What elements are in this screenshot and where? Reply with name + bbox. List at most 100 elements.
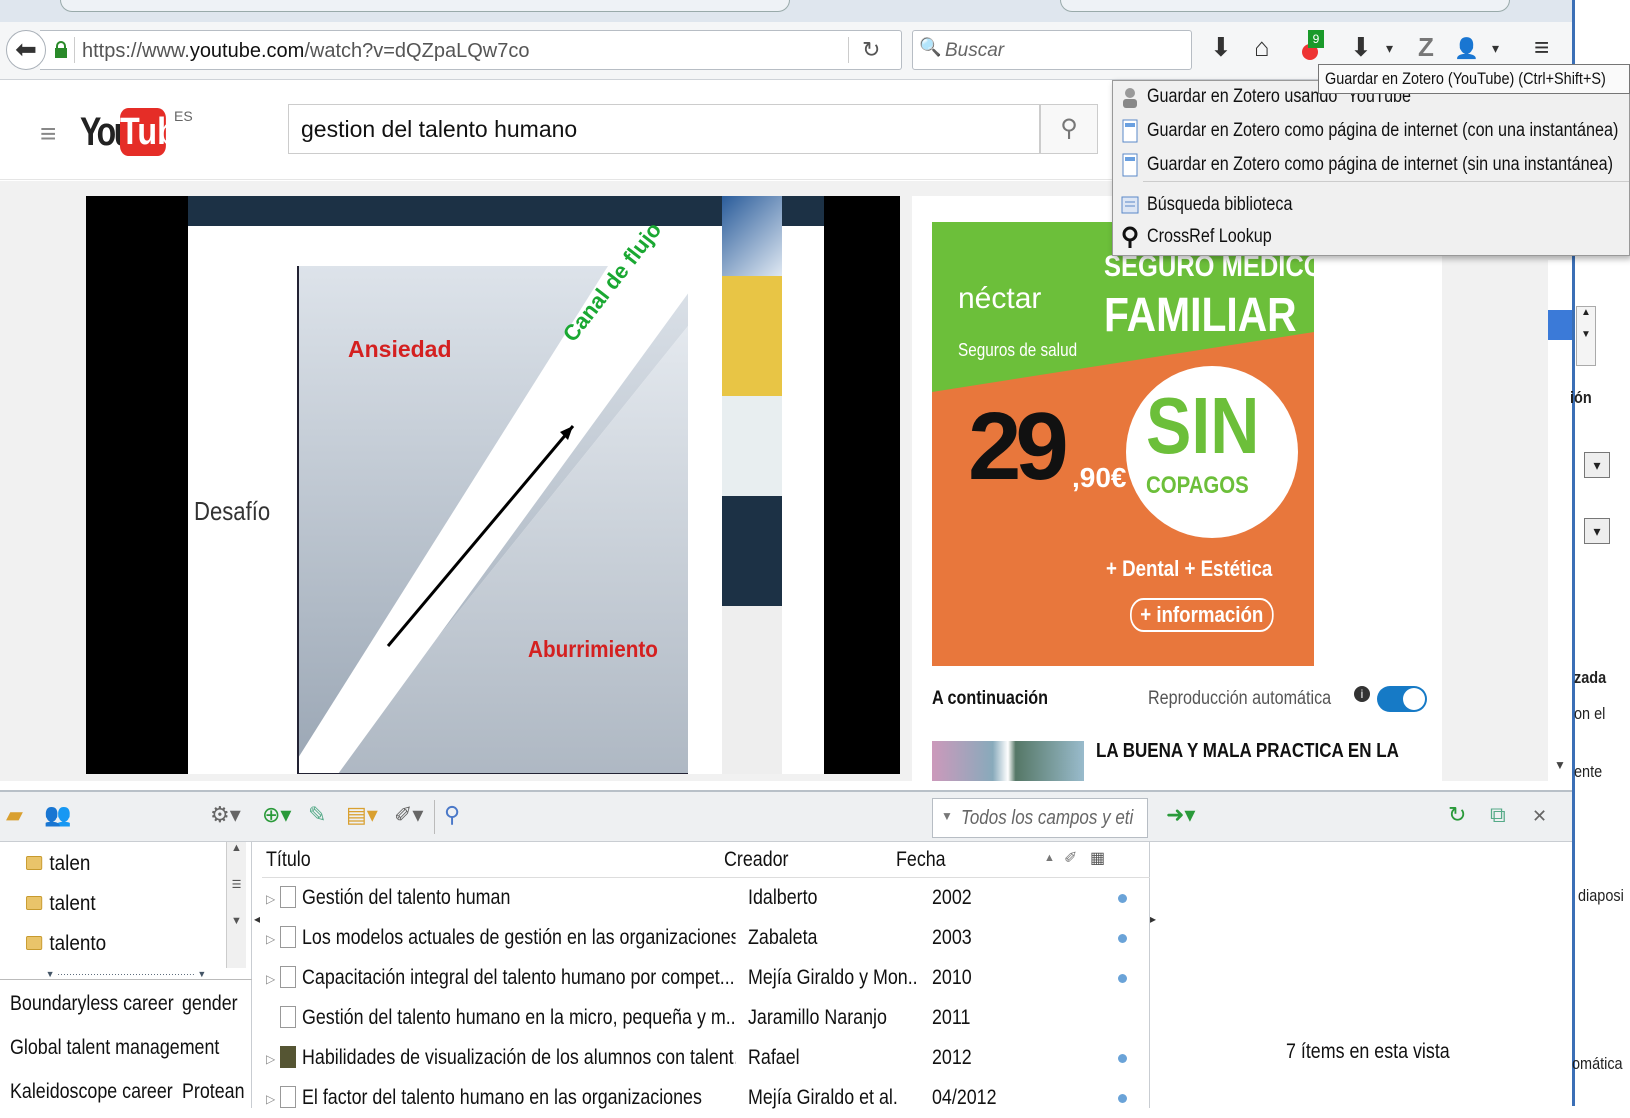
menu-item-save-with-snapshot[interactable]: Guardar en Zotero como página de interne… <box>1113 115 1629 147</box>
table-row[interactable]: ▷ El factor del talento humano en las org… <box>262 1078 1150 1118</box>
menu-item-crossref[interactable]: CrossRef Lookup <box>1113 221 1629 253</box>
scrollbar[interactable]: ▲ ☰ ▼ <box>226 842 246 968</box>
sidebar-panel: néctar Seguros de salud SEGURO MÉDICO FA… <box>912 196 1442 781</box>
table-row[interactable]: ▷ Capacitación integral del talento human… <box>262 958 1150 998</box>
boredom-label: Aburrimiento <box>528 636 658 662</box>
document-icon <box>280 966 296 988</box>
gear-icon[interactable]: ⚙▾ <box>210 802 241 828</box>
zotero-save-menu: Guardar en Zotero usando "YouTube" Guard… <box>1112 80 1630 256</box>
locate-icon[interactable]: ➜▾ <box>1166 802 1195 828</box>
menu-item-library-search[interactable]: Búsqueda biblioteca <box>1113 189 1629 221</box>
folder-icon <box>26 856 43 870</box>
autoplay-toggle[interactable] <box>1377 686 1427 712</box>
tag-item[interactable]: Boundaryless career <box>10 992 174 1016</box>
info-icon[interactable]: i <box>1354 686 1370 702</box>
folder-icon <box>26 936 43 950</box>
zotero-icon[interactable]: Z <box>1418 32 1434 63</box>
table-header: Título Creador Fecha ▲ ✐ ▦ <box>262 842 1150 878</box>
ad-price: 29 <box>968 393 1069 500</box>
tab-left[interactable] <box>60 0 790 12</box>
video-sidebar-images <box>722 196 782 774</box>
search-icon[interactable]: ⚲ <box>1040 104 1098 154</box>
group-icon[interactable]: 👥 <box>44 802 71 828</box>
chevron-down-icon[interactable]: ▾ <box>1386 40 1393 57</box>
collection-item[interactable]: talent <box>26 892 96 916</box>
ad-brand: néctar <box>958 282 1042 315</box>
document-icon <box>280 1006 296 1028</box>
sort-icon[interactable]: ▲ <box>1044 852 1055 864</box>
attachment-icon[interactable]: ✐▾ <box>394 802 423 828</box>
attachment-column-icon[interactable]: ✐ <box>1064 848 1077 868</box>
reload-icon[interactable]: ↻ <box>862 37 880 63</box>
column-creator[interactable]: Creador <box>724 848 788 872</box>
search-input[interactable]: 🔍 Buscar <box>912 30 1192 70</box>
scrollbar[interactable]: ▲ ▼ <box>1576 306 1596 366</box>
chevron-down-icon[interactable]: ▼ <box>941 809 953 823</box>
new-note-icon[interactable]: ▤▾ <box>346 802 378 828</box>
document-icon <box>280 926 296 948</box>
webpage-icon <box>1122 119 1138 143</box>
fullscreen-icon[interactable]: ⧉ <box>1490 802 1506 828</box>
magic-wand-icon[interactable]: ✎ <box>308 802 326 828</box>
column-picker-icon[interactable]: ▦ <box>1090 848 1105 868</box>
close-icon[interactable]: ✕ <box>1532 806 1547 827</box>
tab-right[interactable] <box>1060 0 1510 12</box>
column-date[interactable]: Fecha <box>896 848 946 872</box>
splitter[interactable]: ▼ ······································… <box>0 970 252 980</box>
up-next-title: A continuación <box>932 688 1049 709</box>
document-icon <box>280 1086 296 1108</box>
column-title[interactable]: Título <box>266 848 311 872</box>
back-button[interactable]: ⬅ <box>6 30 46 70</box>
anxiety-label: Ansiedad <box>348 336 452 362</box>
home-icon[interactable]: ⌂ <box>1254 32 1270 63</box>
new-collection-icon[interactable]: ▰ <box>6 802 23 828</box>
scroll-down-icon[interactable]: ▼ <box>1554 758 1566 772</box>
downloads-icon[interactable]: ⬇ <box>1350 32 1372 63</box>
menu-icon[interactable]: ≡ <box>1534 32 1549 63</box>
table-row[interactable]: Gestión del talento humano en la micro, … <box>262 998 1150 1038</box>
document-icon <box>280 886 296 908</box>
collections-pane: talen talent talento ▲ ☰ ▼ ▼ ·············… <box>0 842 252 1108</box>
dropdown-icon[interactable]: ▾ <box>1584 452 1610 478</box>
video-player[interactable]: Ansiedad Canal de flujo Desafío Aburrimi… <box>86 196 900 774</box>
ad-cta-button[interactable]: + información <box>1130 598 1274 632</box>
zotero-search-input[interactable]: ▼ Todos los campos y eti <box>932 798 1148 838</box>
pane-splitter-icon[interactable]: ▸ <box>1150 912 1158 936</box>
collection-item[interactable]: talento <box>26 932 106 956</box>
url-bar[interactable]: https://www.youtube.com/watch?v=dQZpaLQw… <box>40 30 902 70</box>
tag-item[interactable]: Kaleidoscope career <box>10 1080 173 1104</box>
ad-price-cents: ,90€ <box>1072 462 1127 493</box>
partial-window <box>1548 260 1572 800</box>
search-icon[interactable]: ⚲ <box>444 802 460 828</box>
tag-item[interactable]: Protean <box>182 1080 245 1104</box>
extension-icon[interactable]: 9 <box>1300 30 1324 62</box>
item-count-label: 7 ítems en esta vista <box>1286 1040 1450 1063</box>
download-arrow-icon[interactable]: ⬇ <box>1210 32 1232 63</box>
youtube-search-input[interactable]: gestion del talento humano <box>288 104 1040 154</box>
ad-badge-sub: COPAGOS <box>1146 472 1249 499</box>
url-text: https://www.youtube.com/watch?v=dQZpaLQw… <box>82 40 530 62</box>
table-row[interactable]: ▷ Habilidades de visualización de los alu… <box>262 1038 1150 1078</box>
advertisement[interactable]: néctar Seguros de salud SEGURO MÉDICO FA… <box>932 222 1314 666</box>
new-item-icon[interactable]: ⊕▾ <box>262 802 291 828</box>
items-list: Título Creador Fecha ▲ ✐ ▦ ▷ Gestión del … <box>262 842 1150 1109</box>
zotero-toolbar: ▰ 👥 ⚙▾ ⊕▾ ✎ ▤▾ ✐▾ ⚲ ▼ Todos los campos y… <box>0 792 1572 842</box>
table-row[interactable]: ▷ Gestión del talento human Idalberto 2002 <box>262 878 1150 918</box>
pane-splitter-icon[interactable]: ◂ <box>254 912 262 936</box>
table-row[interactable]: ▷ Los modelos actuales de gestión en las … <box>262 918 1150 958</box>
sync-icon[interactable]: ↻ <box>1448 802 1466 828</box>
chevron-down-icon[interactable]: ▾ <box>1492 40 1499 57</box>
collection-item[interactable]: talen <box>26 852 90 876</box>
ad-extras: + Dental + Estética <box>1106 556 1273 581</box>
tag-item[interactable]: Global talent management <box>10 1036 219 1060</box>
zotero-save-icon[interactable]: 👤 <box>1454 36 1479 61</box>
ad-headline-2: FAMILIAR <box>1104 289 1297 342</box>
menu-item-save-without-snapshot[interactable]: Guardar en Zotero como página de interne… <box>1113 149 1629 181</box>
tag-item[interactable]: gender <box>182 992 238 1016</box>
dropdown-icon[interactable]: ▾ <box>1584 518 1610 544</box>
crossref-icon <box>1122 226 1138 248</box>
next-video-thumbnail[interactable] <box>932 741 1084 781</box>
next-video-title[interactable]: LA BUENA Y MALA PRACTICA EN LA <box>1096 740 1399 763</box>
search-engine-icon[interactable]: 🔍 <box>919 37 941 58</box>
hamburger-icon[interactable]: ≡ <box>40 118 56 150</box>
